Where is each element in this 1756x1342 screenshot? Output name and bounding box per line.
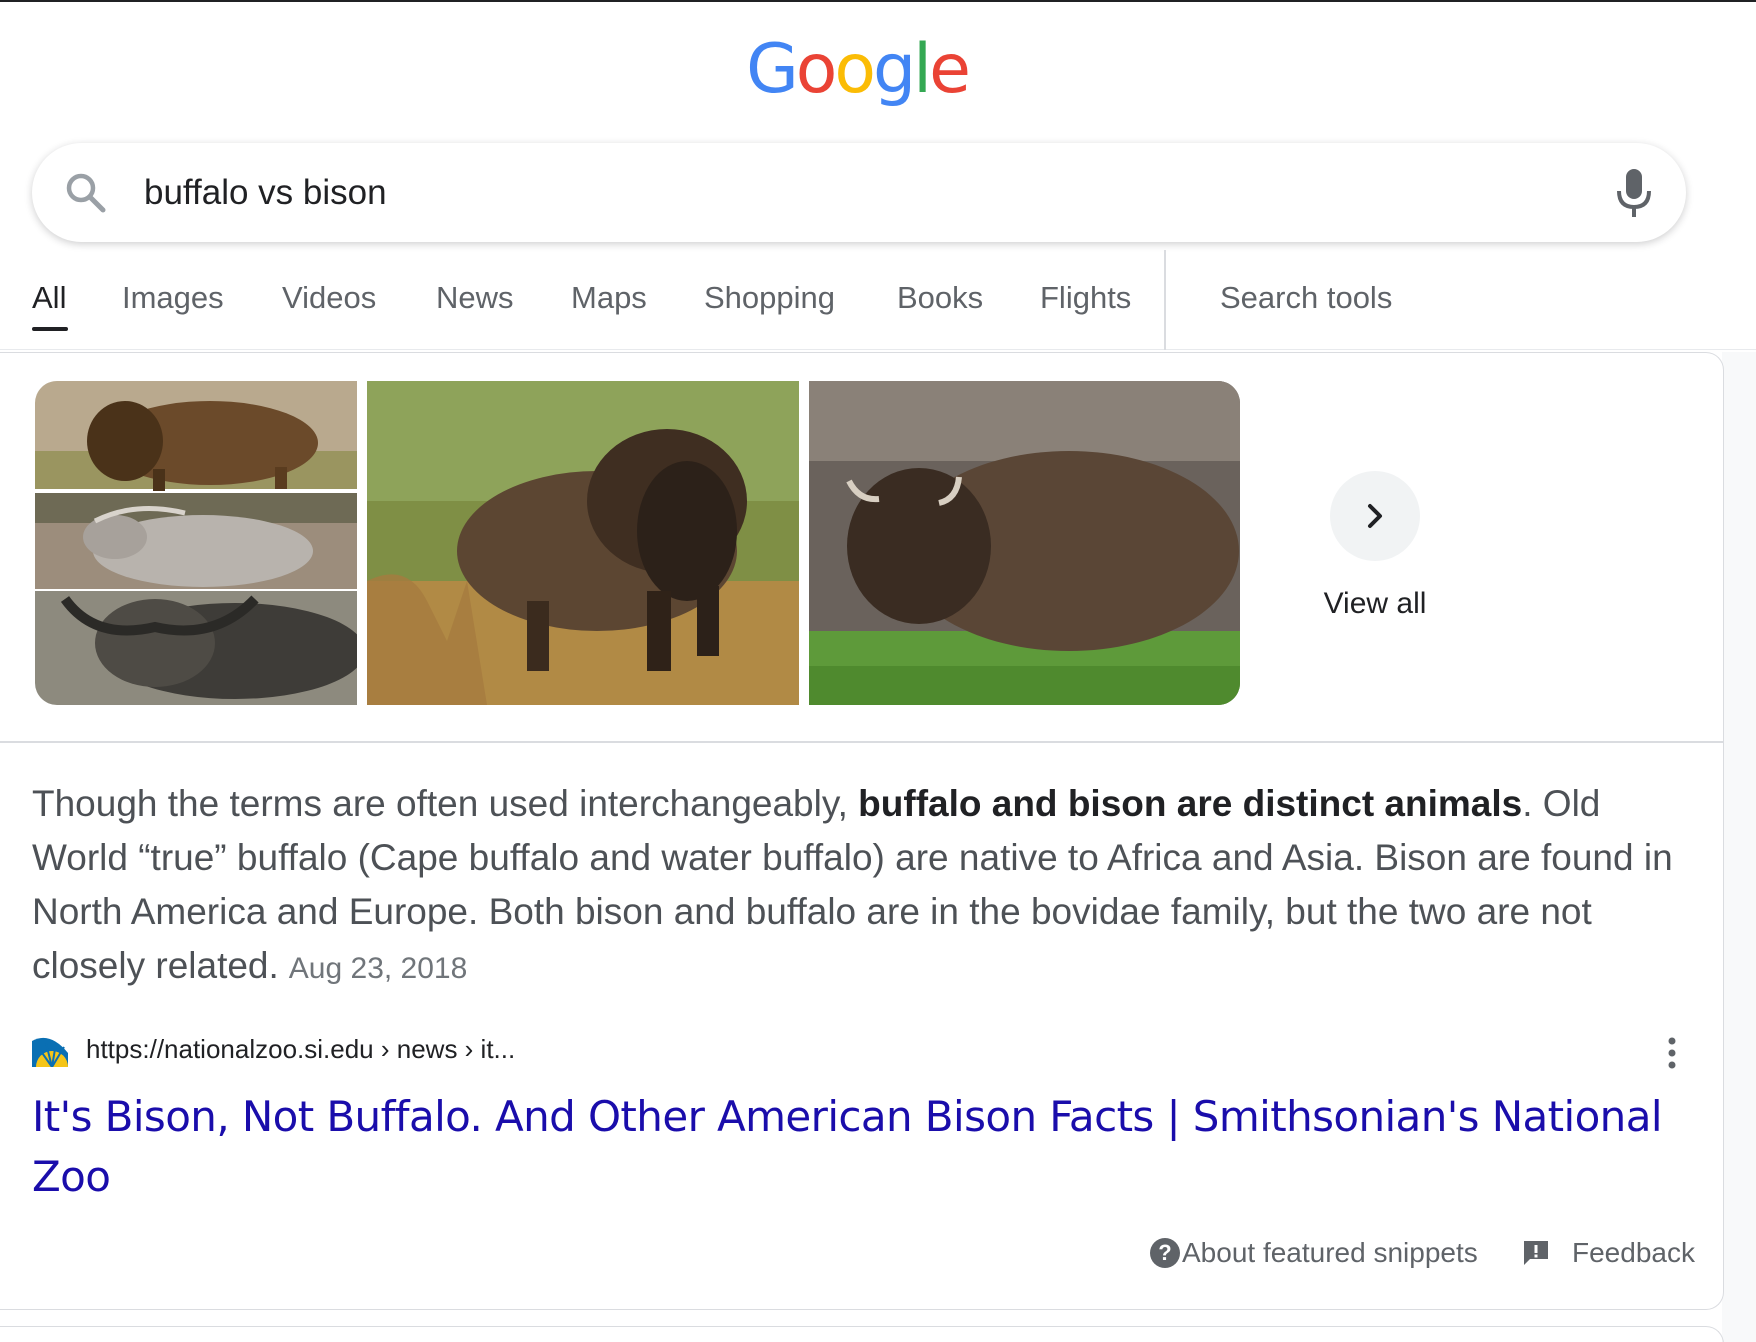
view-all-button[interactable]: View all — [1320, 471, 1430, 621]
search-icon[interactable] — [64, 171, 108, 215]
search-tools-button[interactable]: Search tools — [1220, 280, 1392, 316]
top-border — [0, 0, 1756, 2]
card-divider — [0, 741, 1724, 743]
tab-videos[interactable]: Videos — [282, 280, 376, 316]
source-line[interactable]: https://nationalzoo.si.edu › news › it..… — [32, 1029, 515, 1069]
image-tile-bison-meadow[interactable] — [367, 381, 799, 705]
about-featured-snippets-link[interactable]: ? About featured snippets — [1150, 1237, 1478, 1269]
about-featured-snippets-label: About featured snippets — [1182, 1237, 1478, 1268]
snippet-footer: ? About featured snippets Feedback — [0, 1237, 1724, 1281]
next-result-card — [0, 1326, 1724, 1342]
page-gutter — [1722, 352, 1756, 1342]
featured-snippet-card: View all Though the terms are often used… — [0, 352, 1724, 1310]
snippet-text: Though the terms are often used intercha… — [32, 777, 1692, 996]
logo-letter: e — [929, 30, 971, 109]
search-tabs: All Images Videos News Maps Shopping Boo… — [0, 250, 1756, 350]
image-tile-buffalo-collage[interactable] — [35, 381, 357, 705]
image-strip — [35, 381, 1240, 705]
source-url[interactable]: https://nationalzoo.si.edu › news › it..… — [86, 1034, 515, 1065]
feedback-label: Feedback — [1572, 1237, 1695, 1268]
logo-letter: g — [873, 30, 916, 109]
tab-books[interactable]: Books — [897, 280, 983, 316]
tabs-divider — [1164, 250, 1166, 350]
search-input[interactable] — [144, 165, 1544, 221]
image-tile-bison-grass[interactable] — [809, 381, 1240, 705]
tab-maps[interactable]: Maps — [571, 280, 647, 316]
feedback-icon — [1524, 1241, 1548, 1265]
logo-letter: o — [834, 30, 876, 109]
active-tab-indicator — [32, 327, 68, 331]
snippet-date: Aug 23, 2018 — [288, 952, 468, 985]
view-all-circle[interactable] — [1330, 471, 1420, 561]
snippet-highlight: buffalo and bison are distinct animals — [858, 783, 1523, 824]
google-logo[interactable]: Google — [0, 30, 1714, 110]
mic-icon[interactable] — [1614, 167, 1654, 219]
tab-shopping[interactable]: Shopping — [704, 280, 835, 316]
logo-letter: o — [795, 30, 838, 109]
more-options-icon[interactable] — [1660, 1033, 1684, 1073]
tab-news[interactable]: News — [436, 280, 514, 316]
feedback-link[interactable]: Feedback — [1522, 1237, 1695, 1269]
logo-letter: G — [746, 30, 799, 109]
tab-all[interactable]: All — [32, 280, 66, 316]
result-title-link[interactable]: It's Bison, Not Buffalo. And Other Ameri… — [32, 1087, 1692, 1207]
logo-letter: l — [913, 30, 932, 109]
tab-flights[interactable]: Flights — [1040, 280, 1131, 316]
view-all-label: View all — [1323, 587, 1427, 620]
tab-images[interactable]: Images — [122, 280, 224, 316]
help-circle-icon: ? — [1150, 1238, 1180, 1268]
snippet-lead: Though the terms are often used intercha… — [32, 783, 859, 824]
smithsonian-sun-icon — [32, 1031, 68, 1067]
search-bar[interactable] — [32, 143, 1686, 242]
chevron-right-icon — [1368, 504, 1382, 528]
